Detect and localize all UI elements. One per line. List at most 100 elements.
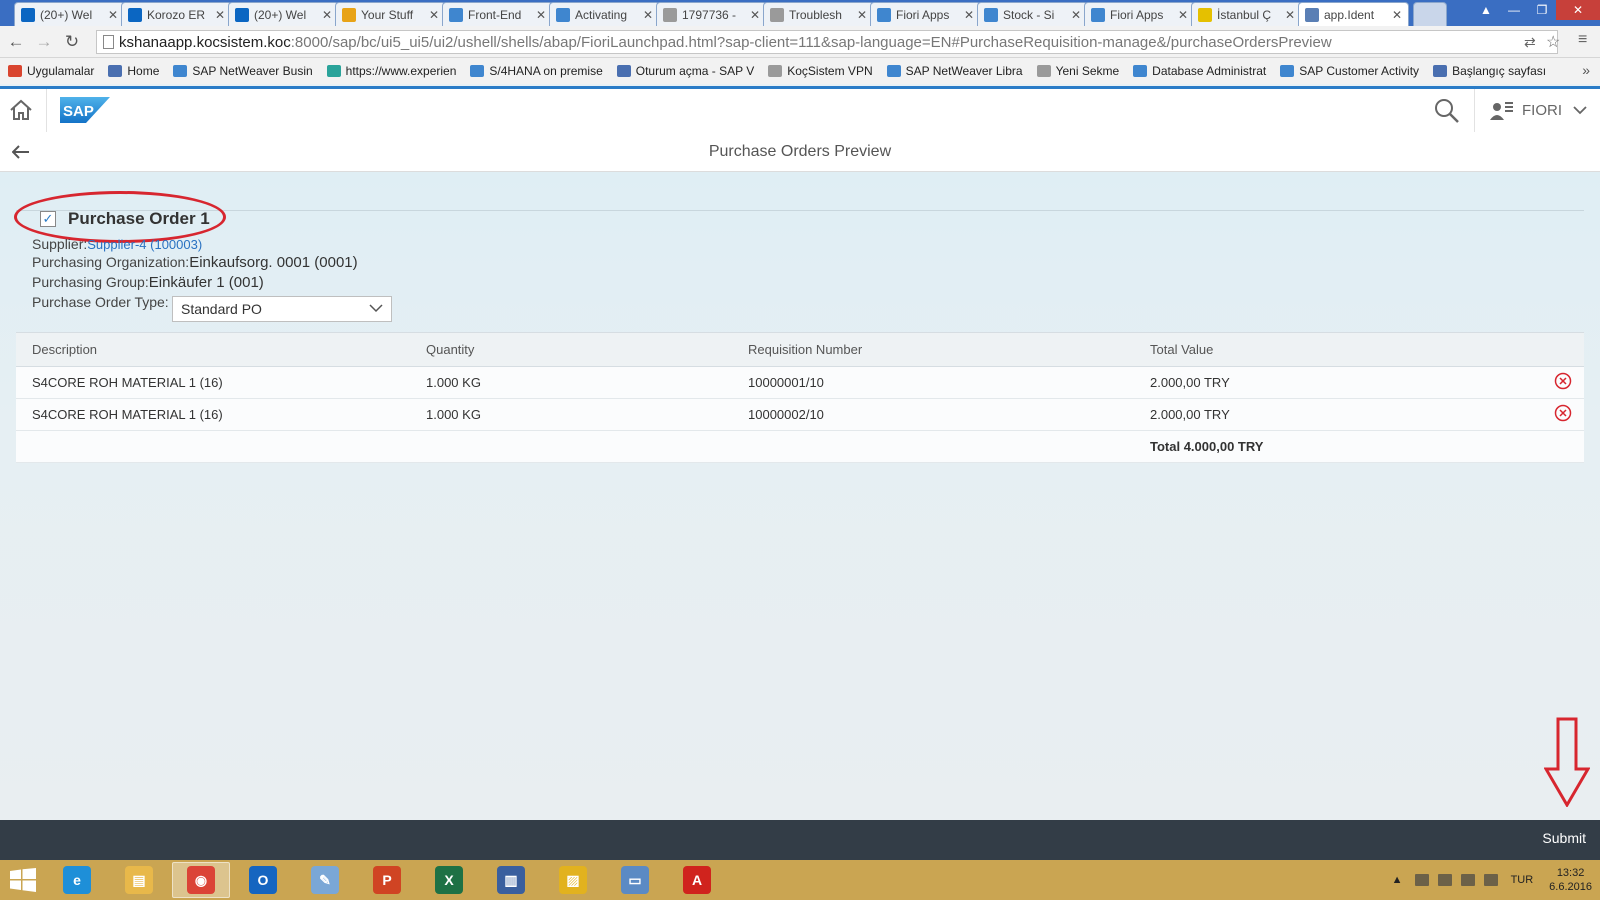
url-host: kshanaapp.kocsistem.koc — [119, 33, 291, 51]
window-controls: ▲ — ❐ ✕ — [1472, 0, 1600, 20]
sap-logo[interactable]: SAP — [60, 97, 110, 123]
po-type-value: Standard PO — [181, 301, 262, 317]
tab-close-icon[interactable]: ✕ — [643, 8, 653, 22]
browser-tab[interactable]: Fiori Apps ✕ — [1084, 2, 1195, 26]
bookmark-item[interactable]: SAP NetWeaver Libra — [886, 64, 1023, 78]
chevron-down-icon — [1573, 106, 1587, 115]
user-menu[interactable]: FIORI — [1490, 99, 1588, 121]
bookmark-item[interactable]: Uygulamalar — [8, 64, 94, 78]
tab-close-icon[interactable]: ✕ — [1285, 8, 1295, 22]
home-icon[interactable] — [8, 99, 34, 121]
browser-tab[interactable]: (20+) Wel ✕ — [228, 2, 339, 26]
bookmark-star-icon[interactable]: ☆ — [1546, 32, 1560, 52]
browser-tab[interactable]: Your Stuff ✕ — [335, 2, 446, 26]
forward-arrow-icon[interactable]: → — [34, 32, 54, 52]
table-header-row: Description Quantity Requisition Number … — [16, 332, 1584, 367]
browser-tab[interactable]: (20+) Wel ✕ — [14, 2, 125, 26]
device-icon[interactable] — [1437, 874, 1452, 886]
browser-tab[interactable]: İstanbul Ç ✕ — [1191, 2, 1302, 26]
browser-tab[interactable]: Fiori Apps ✕ — [870, 2, 981, 26]
cell-requisition: 10000002/10 — [732, 398, 1134, 431]
chrome-menu-icon[interactable]: ≡ — [1578, 31, 1587, 49]
tab-close-icon[interactable]: ✕ — [857, 8, 867, 22]
bookmark-item[interactable]: KoçSistem VPN — [768, 64, 873, 78]
taskbar-app[interactable]: e — [48, 862, 106, 898]
browser-tab[interactable]: Stock - Si ✕ — [977, 2, 1088, 26]
main-content: ✓ Purchase Order 1 Supplier:Supplier-4 (… — [0, 172, 1600, 820]
taskbar-app[interactable]: ▨ — [544, 862, 602, 898]
tab-close-icon[interactable]: ✕ — [536, 8, 546, 22]
clock[interactable]: 13:32 6.6.2016 — [1549, 866, 1592, 894]
browser-tab[interactable]: Troublesh ✕ — [763, 2, 874, 26]
tab-close-icon[interactable]: ✕ — [108, 8, 118, 22]
window-close-icon[interactable]: ✕ — [1556, 0, 1600, 20]
bookmark-item[interactable]: Oturum açma - SAP V — [616, 64, 755, 78]
bookmarks-overflow-icon[interactable]: » — [1582, 62, 1590, 78]
remove-button[interactable] — [1538, 398, 1584, 431]
taskbar-app[interactable]: ▤ — [110, 862, 168, 898]
volume-icon[interactable] — [1483, 874, 1498, 886]
sap-icon — [877, 7, 891, 22]
taskbar-app[interactable]: O — [234, 862, 292, 898]
windows-start-icon[interactable] — [10, 868, 36, 892]
tab-close-icon[interactable]: ✕ — [322, 8, 332, 22]
system-tray: ▲ TUR 13:32 6.6.2016 — [1392, 860, 1592, 900]
browser-tab[interactable]: Front-End ✕ — [442, 2, 553, 26]
taskbar-app[interactable]: A — [668, 862, 726, 898]
minimize-icon[interactable]: — — [1500, 0, 1528, 20]
scn-icon — [342, 7, 356, 22]
bookmark-item[interactable]: Home — [108, 64, 159, 78]
purchasing-group-value: Einkäufer 1 (001) — [148, 274, 264, 291]
tab-close-icon[interactable]: ✕ — [1392, 8, 1402, 22]
maximize-icon[interactable]: ❐ — [1528, 0, 1556, 20]
cell-total: 2.000,00 TRY — [1134, 366, 1538, 399]
cell-quantity: 1.000 KG — [410, 398, 732, 431]
translate-icon[interactable]: ⇄ — [1524, 34, 1536, 51]
user-icon[interactable]: ▲ — [1472, 0, 1500, 20]
bookmark-item[interactable]: SAP NetWeaver Busin — [173, 64, 313, 78]
flag-icon[interactable] — [1414, 874, 1429, 886]
tray-expand-icon[interactable]: ▲ — [1392, 874, 1403, 886]
bookmark-item[interactable]: https://www.experien — [326, 64, 456, 78]
tab-close-icon[interactable]: ✕ — [215, 8, 225, 22]
tab-close-icon[interactable]: ✕ — [1071, 8, 1081, 22]
bookmark-item[interactable]: SAP Customer Activity — [1280, 64, 1419, 78]
search-icon[interactable] — [1434, 98, 1460, 124]
bookmark-item[interactable]: Yeni Sekme — [1036, 64, 1119, 78]
taskbar-app[interactable]: ✎ — [296, 862, 354, 898]
taskbar-app[interactable]: ◉ — [172, 862, 230, 898]
user-icon — [1490, 102, 1513, 120]
tab-close-icon[interactable]: ✕ — [1178, 8, 1188, 22]
url-bar[interactable]: kshanaapp.kocsistem.koc:8000/sap/bc/ui5_… — [96, 30, 1558, 54]
reload-icon[interactable]: ↻ — [62, 32, 82, 52]
taskbar-app[interactable]: X — [420, 862, 478, 898]
bookmark-item[interactable]: S/4HANA on premise — [470, 64, 603, 78]
po-type-select[interactable]: Standard PO — [172, 296, 392, 322]
tab-close-icon[interactable]: ✕ — [429, 8, 439, 22]
browser-tab[interactable]: Korozo ER ✕ — [121, 2, 232, 26]
tab-close-icon[interactable]: ✕ — [750, 8, 760, 22]
column-header: Description — [16, 332, 410, 367]
bookmark-label: Oturum açma - SAP V — [635, 64, 755, 78]
tab-close-icon[interactable]: ✕ — [964, 8, 974, 22]
taskbar-app[interactable]: P — [358, 862, 416, 898]
chevron-down-icon — [369, 304, 383, 313]
bookmark-item[interactable]: Database Administrat — [1133, 64, 1266, 78]
ie-icon: e — [63, 866, 91, 894]
network-icon[interactable] — [1460, 874, 1475, 886]
remove-button[interactable] — [1538, 366, 1584, 399]
shell-separator — [1474, 89, 1475, 132]
bookmark-item[interactable]: Başlangıç sayfası — [1433, 64, 1546, 78]
browser-tab[interactable]: app.Ident ✕ — [1298, 2, 1409, 26]
taskbar-app[interactable]: ▭ — [606, 862, 664, 898]
new-tab-button[interactable] — [1413, 2, 1447, 26]
back-arrow-icon[interactable]: ← — [6, 32, 26, 52]
user-name: FIORI — [1522, 101, 1562, 119]
submit-button[interactable]: Submit — [1542, 830, 1586, 846]
browser-tab[interactable]: 1797736 - ✕ — [656, 2, 767, 26]
input-language[interactable]: TUR — [1511, 874, 1534, 886]
taskbar-app[interactable]: ▥ — [482, 862, 540, 898]
supplier-link[interactable]: Supplier-4 (100003) — [87, 237, 202, 252]
browser-tab-label: (20+) Wel — [254, 7, 307, 22]
browser-tab[interactable]: Activating ✕ — [549, 2, 660, 26]
